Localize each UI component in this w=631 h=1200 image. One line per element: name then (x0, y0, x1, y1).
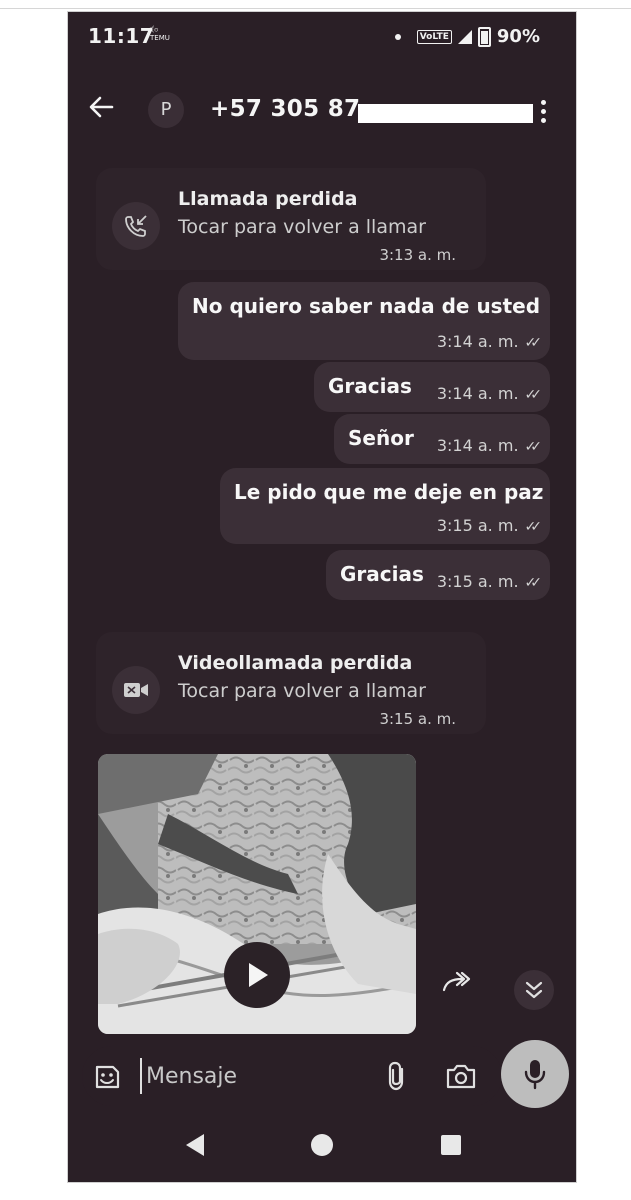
message-text: Señor (348, 426, 414, 450)
missed-video-call-icon (112, 666, 160, 714)
forward-icon[interactable] (440, 968, 474, 996)
phone-screenshot: 11:17 ৰ্হ৩ TEMU VoLTE 90% P +57 305 87 L… (68, 12, 576, 1182)
message-bubble[interactable]: Gracias 3:14 a. m. ✓✓ (314, 362, 550, 412)
status-time: 11:17 (88, 24, 155, 48)
message-text: Le pido que me deje en paz (234, 480, 544, 504)
paperclip-icon[interactable] (382, 1060, 412, 1092)
call-subtitle: Tocar para volver a llamar (178, 680, 426, 702)
read-ticks-icon: ✓✓ (524, 387, 543, 403)
call-subtitle: Tocar para volver a llamar (178, 216, 426, 238)
notification-label: ৰ্হ৩ TEMU (150, 26, 170, 42)
signal-icon (457, 29, 472, 44)
call-title: Llamada perdida (178, 188, 358, 210)
chat-header: P +57 305 87 (68, 76, 576, 136)
sticker-emoji-icon[interactable] (92, 1062, 122, 1092)
message-time: 3:15 a. m. ✓✓ (436, 516, 543, 535)
read-ticks-icon: ✓✓ (524, 335, 543, 351)
message-time: 3:14 a. m. ✓✓ (436, 332, 543, 351)
missed-call-icon (112, 202, 160, 250)
message-time: 3:14 a. m. ✓✓ (436, 384, 543, 403)
missed-call-card[interactable]: Llamada perdida Tocar para volver a llam… (96, 168, 486, 270)
system-navigation-bar (68, 1110, 576, 1182)
camera-icon[interactable] (444, 1060, 478, 1092)
message-bubble[interactable]: Le pido que me deje en paz 3:15 a. m. ✓✓ (220, 468, 550, 544)
back-arrow-icon[interactable] (86, 92, 116, 122)
notification-dot-icon (394, 33, 401, 40)
play-button[interactable] (224, 942, 290, 1008)
microphone-icon (524, 1060, 546, 1090)
nav-recents-icon[interactable] (441, 1135, 461, 1155)
status-bar: 11:17 ৰ্হ৩ TEMU VoLTE 90% (68, 12, 576, 64)
read-ticks-icon: ✓✓ (524, 519, 543, 535)
nav-home-icon[interactable] (311, 1134, 333, 1156)
missed-video-call-card[interactable]: Videollamada perdida Tocar para volver a… (96, 632, 486, 734)
play-icon (249, 963, 268, 987)
read-ticks-icon: ✓✓ (524, 575, 543, 591)
battery-percent: 90% (496, 26, 540, 47)
message-text: Gracias (328, 374, 412, 398)
message-bubble[interactable]: Señor 3:14 a. m. ✓✓ (334, 414, 550, 464)
message-bubble[interactable]: Gracias 3:15 a. m. ✓✓ (326, 550, 550, 600)
scan-top-rule (0, 8, 631, 9)
volte-icon: VoLTE (416, 29, 452, 44)
message-text: No quiero saber nada de usted (192, 294, 541, 318)
call-time: 3:13 a. m. (379, 246, 456, 264)
scroll-to-bottom-button[interactable] (514, 970, 554, 1010)
status-icons: VoLTE 90% (394, 26, 540, 47)
message-time: 3:15 a. m. ✓✓ (436, 572, 543, 591)
double-chevron-down-icon (525, 981, 543, 999)
read-ticks-icon: ✓✓ (524, 439, 543, 455)
call-time: 3:15 a. m. (379, 710, 456, 728)
avatar[interactable]: P (148, 92, 184, 128)
voice-message-button[interactable] (501, 1040, 569, 1108)
message-input[interactable] (140, 1058, 366, 1094)
nav-back-icon[interactable] (186, 1134, 204, 1156)
redaction-mark (358, 104, 533, 123)
more-options-icon[interactable] (536, 98, 550, 126)
message-text: Gracias (340, 562, 424, 586)
message-composer (82, 1046, 502, 1106)
message-time: 3:14 a. m. ✓✓ (436, 436, 543, 455)
contact-name[interactable]: +57 305 87 (210, 96, 360, 122)
call-title: Videollamada perdida (178, 652, 413, 674)
message-bubble[interactable]: No quiero saber nada de usted 3:14 a. m.… (178, 282, 550, 360)
battery-icon (477, 26, 491, 47)
